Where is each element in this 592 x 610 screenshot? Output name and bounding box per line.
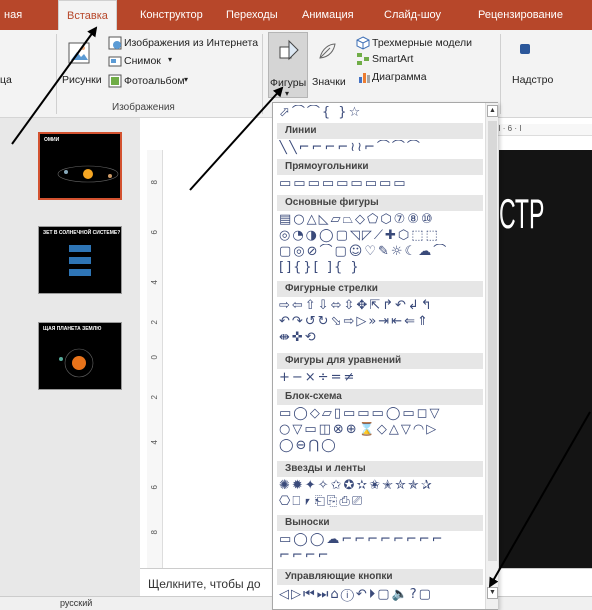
gallery-category-header: Звезды и ленты [277,461,483,477]
addins-icon[interactable] [518,42,532,56]
slide-thumbnail[interactable]: ЩАЯ ПЛАНЕТА ЗЕМЛЮ [38,322,122,390]
shapes-icon [278,39,300,61]
smartart-button[interactable]: SmartArt [372,53,413,65]
shape-row[interactable]: ✺✹✦✧✩✪✫✬✭✮✯✰ [279,478,483,493]
tab-insert[interactable]: Вставка [58,0,117,30]
shapes-dropdown-icon: ▾ [285,89,290,98]
shape-row[interactable]: ⇨⇦⇧⇩⬄⇳✥⇱↱↶↲↰ [279,298,483,313]
gallery-category-header: Выноски [277,515,483,531]
smartart-icon[interactable] [356,52,370,66]
solar-system-image [57,165,119,183]
ribbon-separator [56,34,57,114]
shape-row[interactable]: ▭◯◯☁⌐⌐⌐⌐⌐⌐⌐⌐ [279,532,483,547]
shape-row[interactable]: ⌐⌐⌐⌐ [279,548,483,563]
shape-row[interactable]: ○▽▭◫⊗⊕⌛◇△▽◠▷ [279,422,483,437]
gallery-category-header: Блок-схема [277,389,483,405]
tab-slideshow[interactable]: Слайд-шоу [384,0,441,30]
slide-canvas[interactable]: СТР [499,150,592,570]
ruler-label: 0 [150,355,159,360]
slide-title[interactable]: СТР [499,190,544,238]
powerpoint-window: ная Вставка Конструктор Переходы Анимаци… [0,0,592,610]
scrollbar-thumb[interactable] [488,121,497,561]
language-indicator[interactable]: русский [60,598,92,608]
scroll-up-icon[interactable]: ▲ [487,105,498,117]
ruler-label: 8 [150,180,159,185]
photo-album-button[interactable]: Фотоальбом [124,75,185,87]
ruler-label: 6 [150,230,159,235]
shape-row[interactable]: ◁▷⏮⏭⌂ⓘ↶⏵▢🔈?▢ [279,587,483,602]
gallery-category-header: Фигурные стрелки [277,281,483,297]
scroll-down-icon[interactable]: ▼ [487,587,498,599]
answer-box [69,269,91,276]
ruler-label: 4 [150,280,159,285]
tab-home[interactable]: ная [4,0,22,30]
screenshot-dropdown-icon[interactable]: ▾ [168,55,172,64]
shape-row[interactable]: ▭◯◇▱▯▭▭▭◯▭◻▽ [279,406,483,421]
icons-button[interactable]: Значки [312,76,346,88]
shape-row[interactable]: ▭▭▭▭▭▭▭▭▭ [279,176,483,191]
chart-icon[interactable] [358,70,370,83]
ruler-label: 4 [150,440,159,445]
addins-button[interactable]: Надстро [512,74,553,86]
3d-models-button[interactable]: Трехмерные модели [372,37,472,49]
tab-design[interactable]: Конструктор [140,0,203,30]
notes-placeholder: Щелкните, чтобы до [148,577,261,591]
solar-system-image [59,348,94,378]
images-group-caption: Изображения [112,102,175,113]
horizontal-ruler: I · I · 6 · I [486,124,592,136]
answer-box [69,245,91,252]
slide-thumbnails-pane: ОМИИ ЗЕТ В СОЛНЕЧНОЙ СИСТЕМЕ? ЩАЯ ПЛАНЕТ… [0,118,140,610]
answer-box [69,257,91,264]
pictures-button[interactable]: Рисунки [62,74,102,86]
gallery-category-header: Фигуры для уравнений [277,353,483,369]
shape-row[interactable]: []{}[ ]{ } [279,260,483,275]
3d-models-icon[interactable] [356,36,370,50]
gallery-category-header: Прямоугольники [277,159,483,175]
shapes-button[interactable]: Фигуры ▾ [268,32,308,98]
screenshot-button[interactable]: Снимок [124,55,161,67]
ruler-label: 8 [150,530,159,535]
recent-shapes-row[interactable]: ⬀⌒⌒{ }☆ [279,105,483,120]
shape-row[interactable]: ↶↷↺↻⬂⇨▷»⇥⇤⇐⇑ [279,314,483,329]
ruler-label: 6 [150,485,159,490]
tab-transitions[interactable]: Переходы [226,0,278,30]
gallery-scrollbar[interactable]: ▲ ▼ [485,103,498,609]
photo-album-icon[interactable] [108,74,122,88]
online-images-button[interactable]: Изображения из Интернета [124,37,258,49]
gallery-category-header: Основные фигуры [277,195,483,211]
shape-row[interactable]: +−×÷=≠ [279,370,483,385]
gallery-category-header: Линии [277,123,483,139]
vertical-ruler: 8 6 4 2 0 2 4 6 8 [147,150,163,570]
shapes-gallery: ⬀⌒⌒{ }☆ Линии ╲╲⌐⌐⌐⌐≀≀⌐⌒⌒⌒ Прямоугольник… [272,102,498,610]
slide-thumbnail-title: ЗЕТ В СОЛНЕЧНОЙ СИСТЕМЕ? [43,230,121,236]
photo-album-dropdown-icon[interactable]: ▾ [184,75,188,84]
ribbon-cut-label: ца [0,74,12,86]
shape-row[interactable]: ◯⊖⋂◯ [279,438,483,453]
ruler-label: 2 [150,395,159,400]
ribbon-tab-bar: ная Вставка Конструктор Переходы Анимаци… [0,0,592,30]
tab-animations[interactable]: Анимация [302,0,354,30]
shape-row[interactable]: ◎◔◑◯▢◹◸⟋✚⬡⬚⬚ [279,228,483,243]
pictures-icon[interactable] [68,42,90,66]
shape-row[interactable]: ▤○△◺▱⏢◇⬠⬡⑦⑧⑩ [279,212,483,227]
shape-row[interactable]: ╲╲⌐⌐⌐⌐≀≀⌐⌒⌒⌒ [279,140,483,155]
shapes-label: Фигуры [270,77,307,89]
slide-thumbnail[interactable]: ОМИИ [38,132,122,200]
ribbon-separator [262,34,263,114]
chart-button[interactable]: Диаграмма [372,71,427,83]
ribbon-separator [500,34,501,114]
shape-row[interactable]: ▢◎⊘⌒▢☺♡✎☼☾☁⌒ [279,244,483,259]
gallery-category-header: Управляющие кнопки [277,569,483,585]
online-images-icon[interactable] [108,36,122,50]
shape-row[interactable]: ⇼✜⟲ [279,330,483,345]
screenshot-icon[interactable] [108,54,122,68]
ruler-label: 2 [150,320,159,325]
tab-review[interactable]: Рецензирование [478,0,563,30]
icons-icon[interactable] [316,40,338,62]
slide-thumbnail[interactable]: ЗЕТ В СОЛНЕЧНОЙ СИСТЕМЕ? [38,226,122,294]
shape-row[interactable]: ⎔⎕⎖⎗⎘⎙⎚ [279,494,483,509]
